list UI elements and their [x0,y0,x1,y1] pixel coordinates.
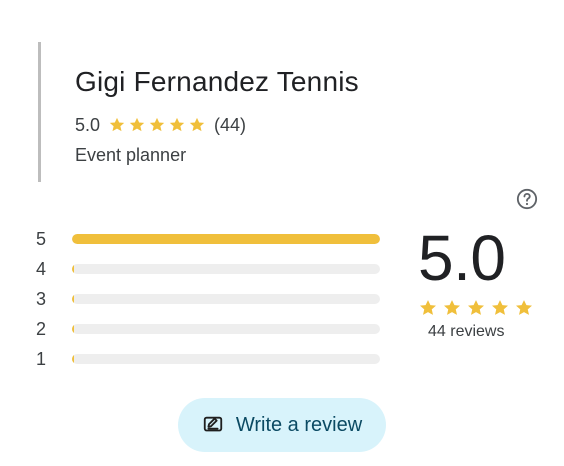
rating-row-label: 1 [36,349,47,369]
star-icon [442,298,462,318]
rating-row-label: 2 [36,319,47,339]
star-icon [148,116,166,134]
rating-bar-fill [72,354,75,364]
rating-row-3: 3 [36,288,386,310]
star-icon [168,116,186,134]
help-circle-icon[interactable] [516,188,538,210]
review-count: 44 reviews [428,323,505,340]
rating-bar-track [72,264,380,274]
star-icon [466,298,486,318]
rating-value: 5.0 [75,115,101,135]
edit-review-icon [203,416,222,432]
summary-stars [418,298,534,318]
rating-bar-fill [72,234,380,244]
rating-summary: 5.0 44 reviews [408,222,532,346]
rating-bar-fill [72,294,75,304]
review-count-short: (44) [214,115,247,135]
rating-stars [108,116,206,134]
place-title: Gigi Fernandez Tennis [75,66,359,97]
average-rating: 5.0 [418,222,506,294]
rating-row-4: 4 [36,258,386,280]
star-icon [128,116,146,134]
place-category: Event planner [75,145,187,165]
rating-row-label: 4 [36,259,47,279]
write-review-button[interactable]: Write a review [178,398,386,452]
star-icon [108,116,126,134]
star-icon [514,298,534,318]
rating-bar-track [72,294,380,304]
rating-bar-fill [72,264,75,274]
rating-breakdown: 5 4 3 2 1 [36,228,386,368]
rating-row-1: 1 [36,348,386,370]
place-header: Gigi Fernandez Tennis 5.0 (44) Event pla… [38,42,521,182]
rating-row-2: 2 [36,318,386,340]
rating-bar-track [72,324,380,334]
rating-bar-track [72,354,380,364]
rating-row-label: 3 [36,289,47,309]
star-icon [490,298,510,318]
rating-row: 5.0 (44) [75,116,246,134]
rating-bar-track [72,234,380,244]
star-icon [188,116,206,134]
star-icon [418,298,438,318]
write-review-label: Write a review [235,413,363,436]
rating-row-5: 5 [36,228,386,250]
rating-row-label: 5 [36,229,47,249]
rating-bar-fill [72,324,75,334]
